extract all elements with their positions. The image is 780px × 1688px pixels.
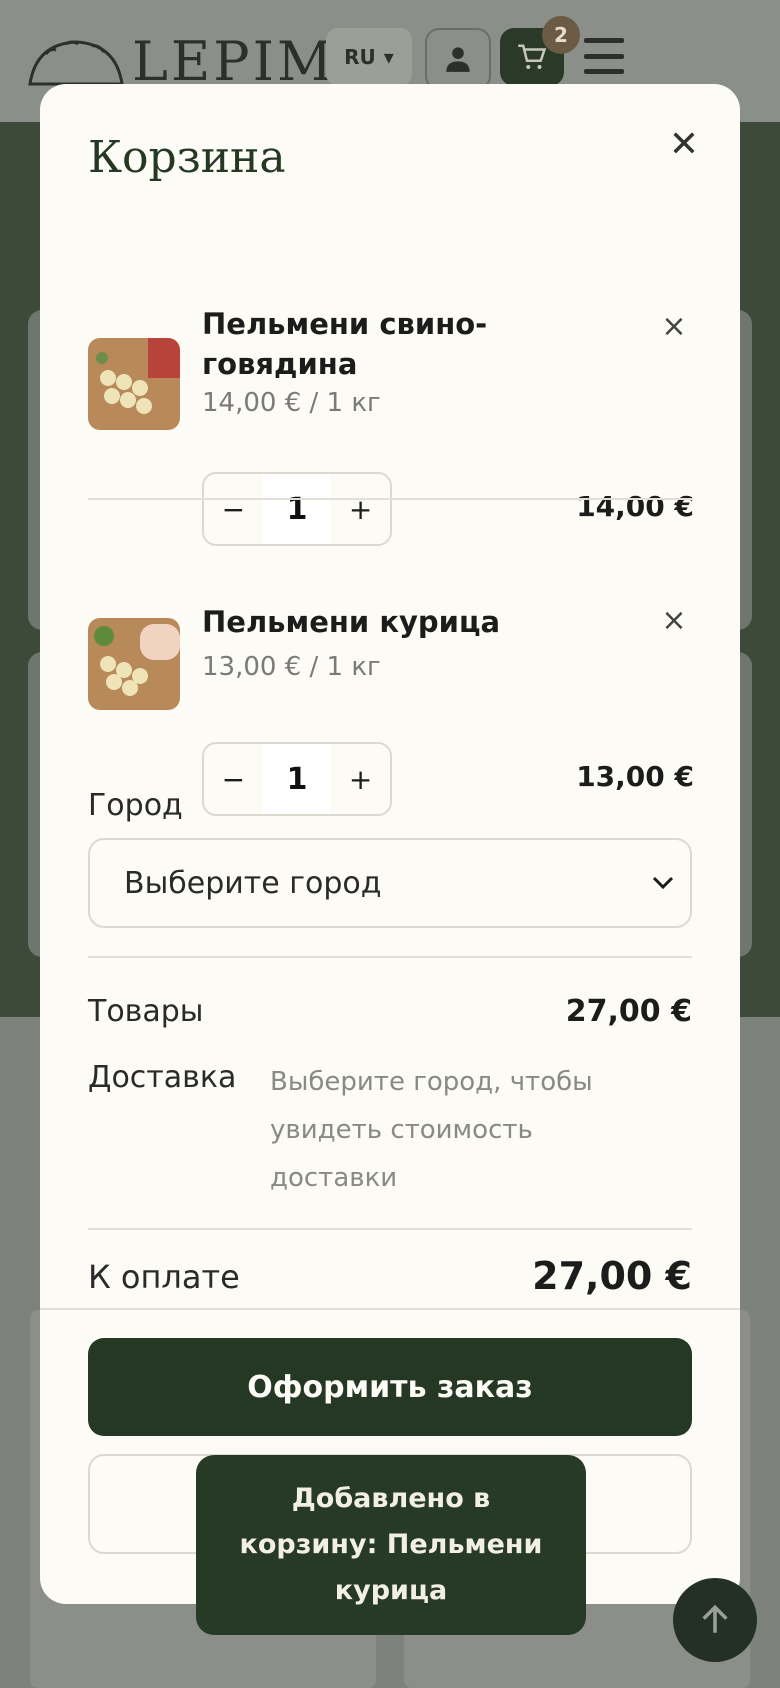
cart-count-badge: 2	[542, 16, 580, 54]
toast-notification: Добавлено в корзину: Пельмени курица	[196, 1455, 586, 1635]
product-image	[88, 618, 180, 710]
product-image	[88, 338, 180, 430]
arrow-up-icon	[702, 1604, 728, 1633]
language-label: RU	[344, 45, 376, 69]
chevron-down-icon	[652, 876, 674, 890]
item-name: Пельмени свино-говядина	[202, 307, 488, 381]
goods-total: 27,00 €	[565, 994, 692, 1029]
divider	[88, 1228, 692, 1230]
item-unit-price: 13,00 € / 1 кг	[202, 652, 381, 682]
decrease-button[interactable]: −	[204, 763, 263, 796]
user-icon	[446, 47, 470, 72]
hamburger-menu-icon[interactable]	[584, 34, 624, 78]
divider	[88, 956, 692, 958]
dumpling-logo-icon	[28, 39, 124, 85]
goods-label: Товары	[88, 994, 204, 1029]
language-selector[interactable]: RU ▾	[326, 28, 412, 86]
scroll-to-top-button[interactable]	[673, 1578, 757, 1662]
footer-divider	[40, 1308, 740, 1310]
item-unit-price: 14,00 € / 1 кг	[202, 388, 381, 418]
close-icon[interactable]: ✕	[664, 124, 704, 165]
caret-down-icon: ▾	[383, 45, 394, 69]
pay-label: К оплате	[88, 1258, 240, 1296]
delivery-label: Доставка	[88, 1060, 237, 1095]
remove-item-icon[interactable]: ×	[658, 309, 690, 344]
quantity-value[interactable]: 1	[262, 744, 332, 814]
increase-button[interactable]: +	[331, 763, 390, 796]
city-label: Город	[88, 788, 183, 823]
cart-modal: Корзина ✕ Пельмени свино-говядина 14,00 …	[40, 84, 740, 1604]
checkout-button[interactable]: Оформить заказ	[88, 1338, 692, 1436]
modal-title: Корзина	[88, 132, 286, 183]
item-total: 13,00 €	[576, 760, 694, 793]
city-select[interactable]: Выберите город	[88, 838, 692, 928]
pay-total: 27,00 €	[532, 1254, 692, 1298]
cart-icon	[518, 44, 547, 69]
cart-item: Пельмени курица 13,00 € / 1 кг × − 1 + 1…	[88, 498, 694, 816]
remove-item-icon[interactable]: ×	[658, 603, 690, 638]
quantity-stepper: − 1 +	[202, 742, 392, 816]
item-name: Пельмени курица	[202, 605, 501, 639]
account-button[interactable]	[425, 28, 491, 90]
city-select-value: Выберите город	[124, 865, 382, 901]
delivery-note: Выберите город, чтобы увидеть стоимость …	[270, 1067, 593, 1193]
